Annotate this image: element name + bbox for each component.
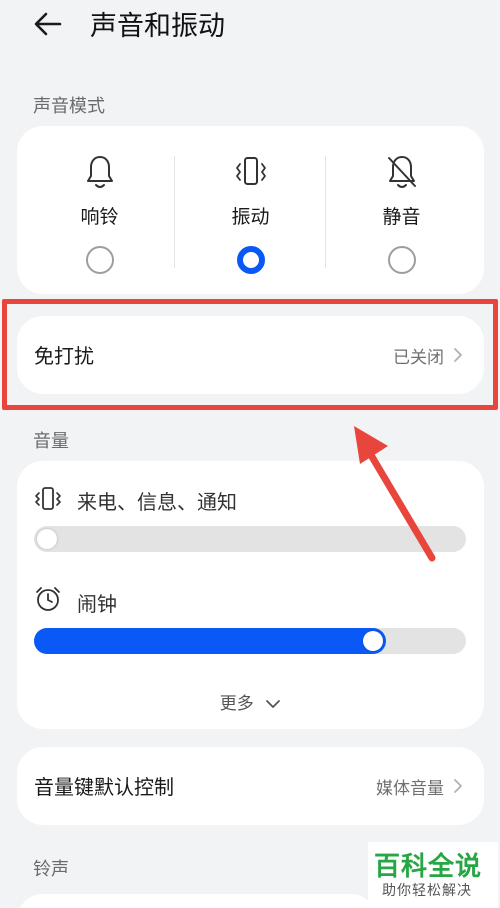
top-bar: 声音和振动 (0, 0, 500, 60)
volume-section-label: 音量 (33, 431, 69, 452)
back-arrow-icon[interactable] (30, 6, 66, 42)
volume-key-row[interactable]: 音量键默认控制 媒体音量 (17, 747, 484, 825)
alarm-volume-label: 闹钟 (77, 592, 117, 616)
ring-volume-thumb[interactable] (37, 529, 57, 549)
chevron-right-icon (454, 779, 462, 793)
sound-mode-section-label: 声音模式 (33, 96, 105, 117)
watermark-subtitle: 助你轻松解决 (382, 883, 472, 899)
more-label: 更多 (219, 694, 254, 714)
radio-ring[interactable] (85, 246, 114, 274)
mode-label-vibrate: 振动 (231, 206, 270, 228)
mode-option-silent[interactable]: 静音 (324, 126, 479, 294)
more-button[interactable]: 更多 (17, 689, 484, 714)
mode-label-silent: 静音 (382, 206, 421, 228)
annotation-arrow (354, 426, 436, 562)
vibrate-icon (235, 157, 266, 185)
mode-option-vibrate[interactable]: 振动 (173, 126, 328, 294)
alarm-volume-thumb[interactable] (363, 631, 383, 651)
radio-silent[interactable] (387, 246, 416, 274)
volume-key-value: 媒体音量 (376, 779, 444, 799)
sound-mode-card: 响铃 振动 静音 (17, 126, 484, 294)
ringtone-section-label: 铃声 (33, 859, 69, 880)
mode-option-ring[interactable]: 响铃 (22, 126, 177, 294)
page-title: 声音和振动 (90, 11, 225, 42)
watermark-logo: 百科全说 助你轻松解决 (368, 842, 498, 908)
radio-vibrate[interactable] (236, 246, 265, 274)
bell-off-icon (387, 156, 416, 188)
volume-key-title: 音量键默认控制 (34, 775, 174, 799)
ring-volume-label: 来电、信息、通知 (77, 490, 237, 514)
bell-icon (86, 156, 113, 188)
mode-label-ring: 响铃 (80, 206, 119, 228)
alarm-volume-fill (34, 628, 386, 654)
annotation-highlight-box (2, 299, 498, 410)
alarm-clock-icon (36, 587, 60, 611)
watermark-title: 百科全说 (374, 852, 483, 882)
ringtone-card (17, 894, 377, 908)
vibrate-icon (35, 487, 61, 510)
alarm-volume-slider[interactable] (34, 628, 466, 654)
chevron-down-icon (266, 700, 281, 708)
